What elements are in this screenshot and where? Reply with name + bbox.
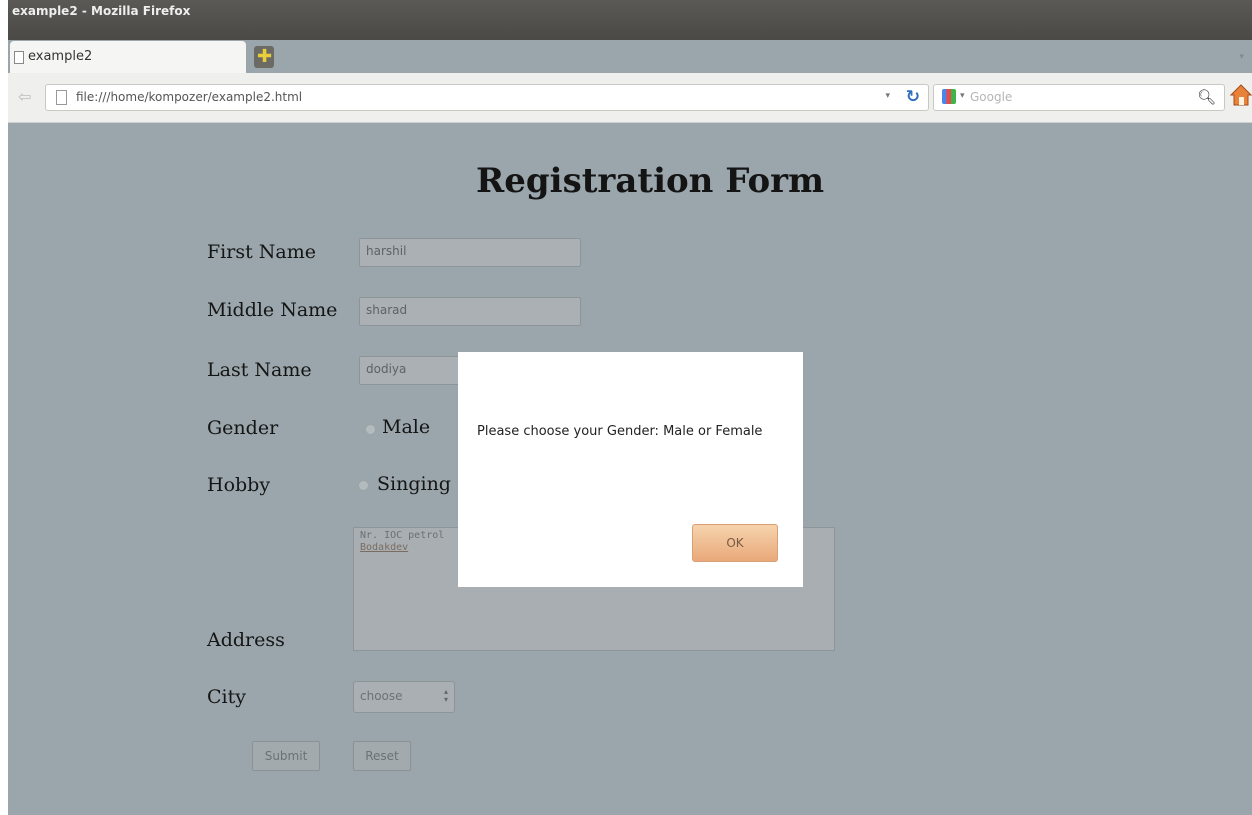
last-name-label: Last Name bbox=[207, 359, 312, 381]
search-engine-icon[interactable] bbox=[942, 89, 956, 104]
title-bar: example2 - Mozilla Firefox bbox=[8, 0, 1252, 40]
url-bar[interactable]: file:///home/kompozer/example2.html ▾ ↻ bbox=[45, 84, 929, 111]
alert-dialog: Please choose your Gender: Male or Femal… bbox=[458, 352, 803, 587]
tab-list-chevron-icon[interactable]: ▾ bbox=[1239, 52, 1244, 62]
middle-name-field[interactable]: sharad bbox=[359, 297, 581, 326]
hobby-singing-checkbox[interactable] bbox=[358, 480, 369, 491]
browser-window: example2 - Mozilla Firefox example2 ✚ ▾ … bbox=[8, 0, 1252, 815]
engine-dropdown-icon[interactable]: ▾ bbox=[960, 91, 965, 101]
gender-male-label: Male bbox=[382, 416, 431, 438]
home-icon[interactable] bbox=[1230, 83, 1252, 107]
city-label: City bbox=[207, 686, 246, 708]
window-title: example2 - Mozilla Firefox bbox=[12, 4, 191, 18]
search-bar[interactable]: ▾ Google 🔍︎ bbox=[933, 84, 1225, 111]
back-arrow-icon[interactable]: ⇦ bbox=[18, 87, 31, 106]
tab-label: example2 bbox=[28, 49, 93, 64]
page-icon bbox=[56, 90, 67, 105]
alert-message: Please choose your Gender: Male or Femal… bbox=[477, 424, 763, 439]
address-label: Address bbox=[207, 629, 285, 651]
new-tab-button[interactable]: ✚ bbox=[254, 46, 274, 68]
search-input[interactable]: Google bbox=[970, 90, 1012, 104]
hobby-singing-label: Singing bbox=[377, 473, 451, 495]
ok-button[interactable]: OK bbox=[692, 524, 778, 562]
page-title: Registration Form bbox=[476, 161, 825, 201]
gender-label: Gender bbox=[207, 417, 279, 439]
navigation-toolbar: ⇦ file:///home/kompozer/example2.html ▾ … bbox=[8, 73, 1252, 123]
hobby-label: Hobby bbox=[207, 474, 271, 496]
middle-name-label: Middle Name bbox=[207, 299, 338, 321]
plus-icon: ✚ bbox=[257, 46, 273, 67]
city-select[interactable]: choose ▴ ▾ bbox=[353, 681, 455, 713]
url-text[interactable]: file:///home/kompozer/example2.html bbox=[76, 90, 302, 104]
submit-button[interactable]: Submit bbox=[252, 741, 320, 771]
reset-button[interactable]: Reset bbox=[353, 741, 411, 771]
city-selected-value: choose bbox=[360, 689, 403, 703]
page-icon bbox=[14, 51, 24, 64]
first-name-field[interactable]: harshil bbox=[359, 238, 581, 267]
page-content: Registration Form First Name harshil Mid… bbox=[8, 124, 1252, 815]
gender-male-radio[interactable] bbox=[365, 424, 376, 435]
select-arrows-icon: ▴ ▾ bbox=[443, 687, 448, 704]
tab-example2[interactable]: example2 bbox=[10, 41, 246, 73]
first-name-label: First Name bbox=[207, 241, 316, 263]
magnifier-icon[interactable]: 🔍︎ bbox=[1197, 88, 1216, 106]
url-history-dropdown-icon[interactable]: ▾ bbox=[885, 91, 890, 101]
reload-icon[interactable]: ↻ bbox=[906, 87, 920, 107]
